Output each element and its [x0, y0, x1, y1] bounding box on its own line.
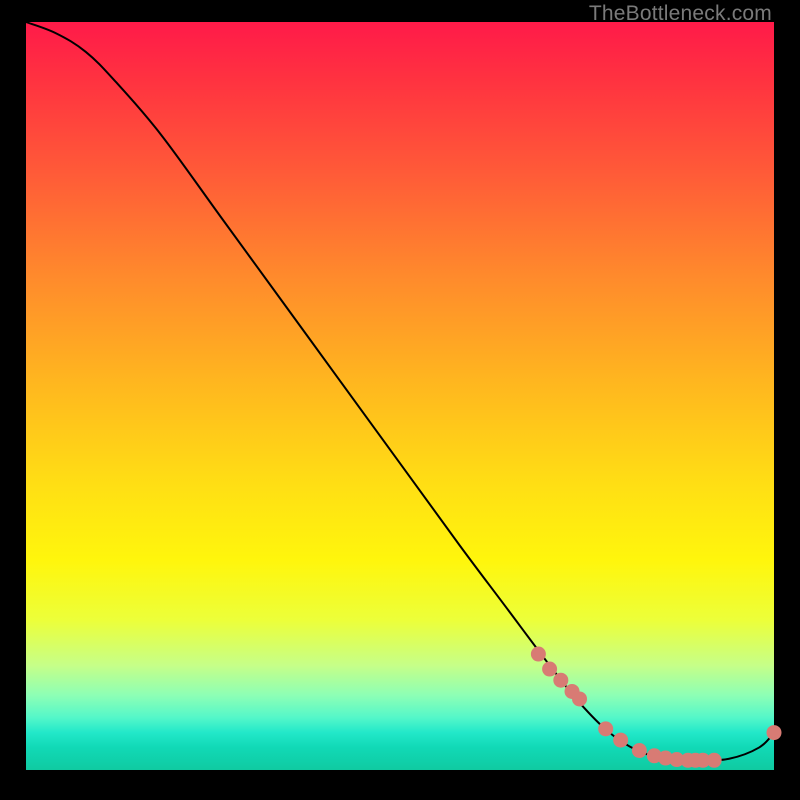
- marker-point: [767, 725, 782, 740]
- marker-point: [613, 733, 628, 748]
- marker-point: [531, 647, 546, 662]
- marker-point: [542, 662, 557, 677]
- marker-point: [572, 691, 587, 706]
- marker-point: [598, 721, 613, 736]
- marker-point: [553, 673, 568, 688]
- bottleneck-curve: [26, 22, 774, 760]
- marker-point: [632, 743, 647, 758]
- chart-svg: [26, 22, 774, 770]
- chart-stage: TheBottleneck.com: [0, 0, 800, 800]
- bottleneck-markers: [531, 647, 782, 768]
- marker-point: [707, 753, 722, 768]
- plot-area: [26, 22, 774, 770]
- watermark-text: TheBottleneck.com: [589, 2, 772, 26]
